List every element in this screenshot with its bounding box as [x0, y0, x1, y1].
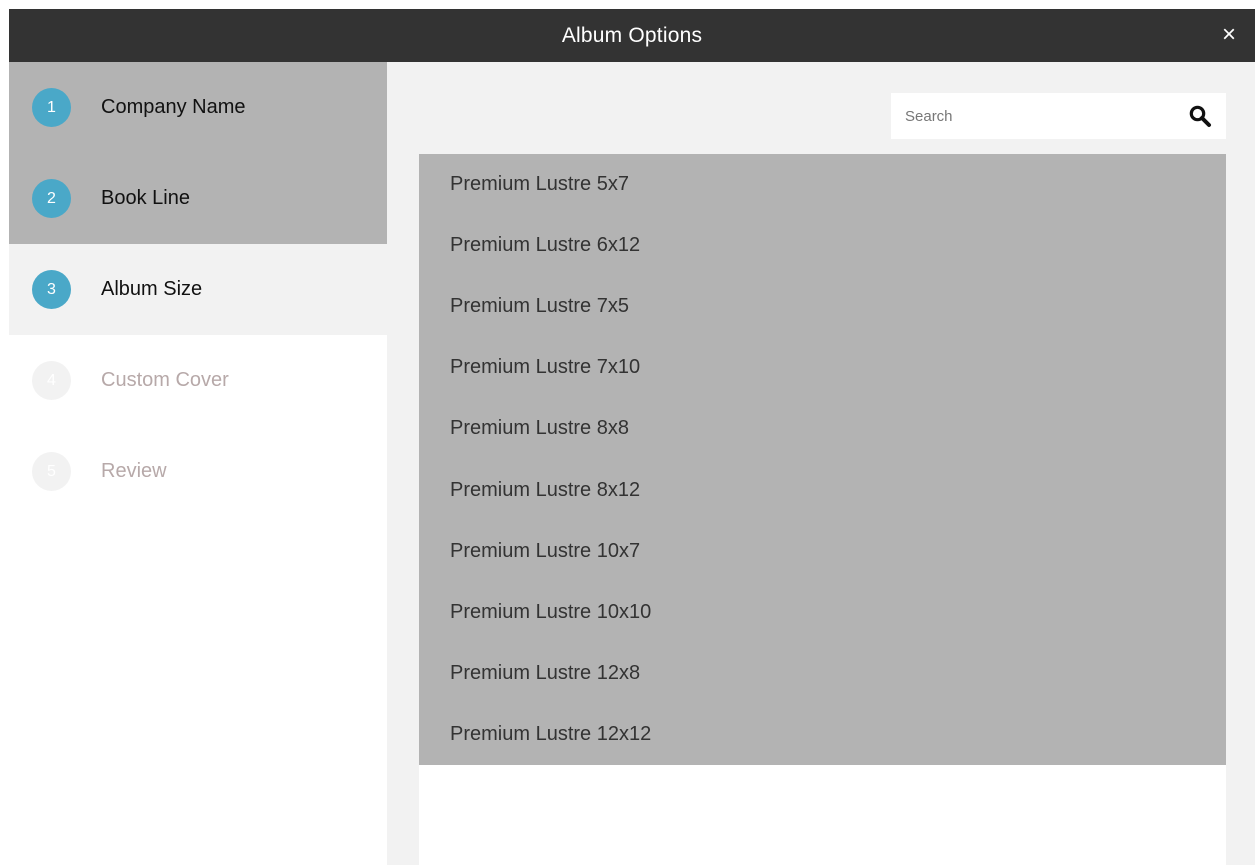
step-number-badge: 3	[32, 270, 71, 309]
step-book-line[interactable]: 2 Book Line	[9, 153, 387, 244]
list-item[interactable]: Premium Lustre 10x10	[419, 582, 1226, 643]
step-number-badge: 1	[32, 88, 71, 127]
title-bar: Album Options ×	[9, 9, 1255, 62]
list-item[interactable]: Premium Lustre 7x5	[419, 276, 1226, 337]
step-label: Review	[101, 460, 167, 482]
step-number-badge: 4	[32, 361, 71, 400]
top-strip	[0, 0, 1255, 9]
list-item[interactable]: Premium Lustre 8x8	[419, 398, 1226, 459]
list-item[interactable]: Premium Lustre 10x7	[419, 521, 1226, 582]
dialog-title: Album Options	[561, 23, 703, 47]
list-item[interactable]: Premium Lustre 5x7	[419, 154, 1226, 215]
list-item[interactable]: Premium Lustre 12x12	[419, 704, 1226, 765]
close-icon[interactable]: ×	[1217, 23, 1241, 47]
step-number-badge: 5	[32, 452, 71, 491]
step-company-name[interactable]: 1 Company Name	[9, 62, 387, 153]
steps-sidebar: 1 Company Name 2 Book Line 3 Album Size …	[9, 62, 387, 865]
step-custom-cover: 4 Custom Cover	[9, 335, 387, 426]
step-label: Book Line	[101, 187, 190, 209]
album-size-items: Premium Lustre 5x7 Premium Lustre 6x12 P…	[419, 154, 1226, 765]
list-item[interactable]: Premium Lustre 8x12	[419, 459, 1226, 520]
step-number-badge: 2	[32, 179, 71, 218]
search-input[interactable]	[905, 101, 1165, 131]
step-album-size[interactable]: 3 Album Size	[9, 244, 387, 335]
list-item[interactable]: Premium Lustre 6x12	[419, 215, 1226, 276]
frame-edge	[0, 9, 9, 865]
album-size-list: Premium Lustre 5x7 Premium Lustre 6x12 P…	[419, 154, 1226, 865]
step-label: Album Size	[101, 278, 203, 300]
step-review: 5 Review	[9, 426, 387, 517]
list-item[interactable]: Premium Lustre 7x10	[419, 337, 1226, 398]
step-label: Company Name	[101, 96, 246, 118]
search-icon[interactable]	[1188, 104, 1212, 128]
search-box	[891, 93, 1226, 139]
list-item[interactable]: Premium Lustre 12x8	[419, 643, 1226, 704]
step-label: Custom Cover	[101, 369, 229, 391]
album-size-panel: Premium Lustre 5x7 Premium Lustre 6x12 P…	[387, 62, 1255, 865]
